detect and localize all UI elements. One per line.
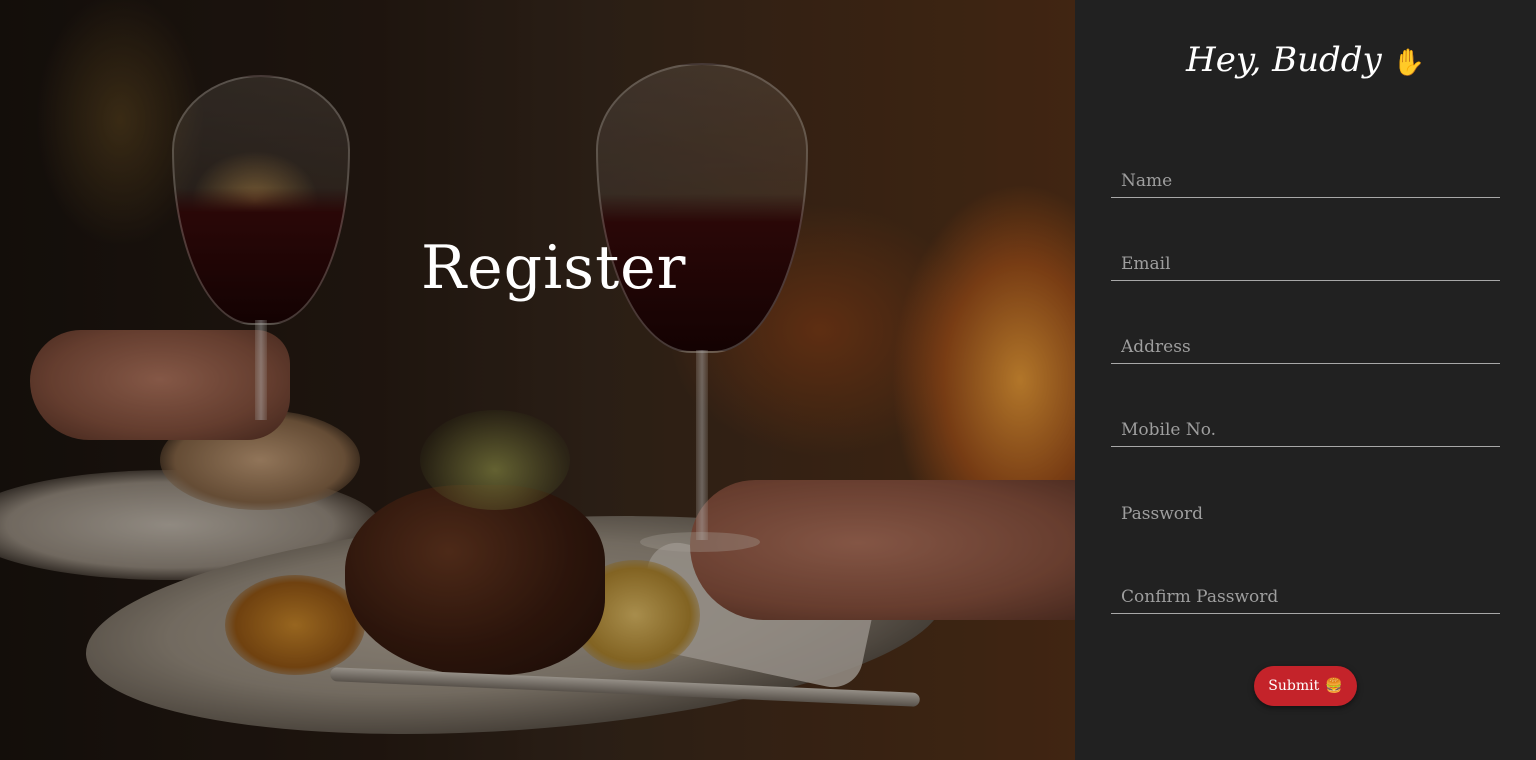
- register-form-panel: Hey, Buddy ✋ Submit 🍔: [1075, 0, 1536, 760]
- burger-icon: 🍔: [1325, 678, 1343, 694]
- address-field[interactable]: [1111, 324, 1500, 364]
- name-field-wrapper: [1111, 158, 1500, 198]
- name-field[interactable]: [1111, 158, 1500, 198]
- greeting-heading: Hey, Buddy ✋: [1075, 38, 1536, 85]
- password-field[interactable]: [1111, 491, 1500, 531]
- email-field-wrapper: [1111, 241, 1500, 281]
- submit-button[interactable]: Submit 🍔: [1254, 666, 1357, 706]
- mobile-field-wrapper: [1111, 407, 1500, 447]
- greeting-text: Hey, Buddy: [1186, 40, 1382, 80]
- confirm-password-field[interactable]: [1111, 574, 1500, 614]
- page-title: Register: [421, 233, 687, 303]
- waving-hand-icon: ✋: [1392, 48, 1425, 78]
- password-field-wrapper: [1111, 491, 1500, 531]
- submit-label: Submit: [1268, 678, 1320, 694]
- image-overlay: [0, 0, 1075, 760]
- mobile-field[interactable]: [1111, 407, 1500, 447]
- hero-image-panel: Register: [0, 0, 1075, 760]
- email-field[interactable]: [1111, 241, 1500, 281]
- confirm-password-field-wrapper: [1111, 574, 1500, 614]
- address-field-wrapper: [1111, 324, 1500, 364]
